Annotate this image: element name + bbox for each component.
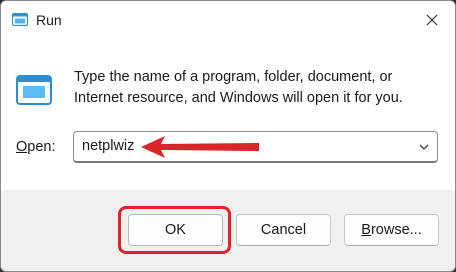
browse-label-rest: rowse... [370,222,422,238]
open-input-value[interactable]: netplwiz [82,138,134,154]
browse-button[interactable]: Browse... [344,214,439,246]
run-app-icon [12,13,28,26]
open-label-rest: pen: [27,139,56,155]
window-title: Run [36,12,62,28]
close-icon [426,14,438,26]
ok-button[interactable]: OK [128,214,223,246]
chevron-down-icon[interactable] [418,141,430,153]
description-text: Type the name of a program, folder, docu… [74,69,403,106]
title-bar: Run [1,1,455,39]
open-label: Open: [16,139,56,155]
open-label-accelerator: O [16,139,28,155]
dialog-content: Type the name of a program, folder, docu… [1,39,455,190]
close-button[interactable] [409,1,455,39]
run-dialog: Run Type the name of a program, folder, … [0,0,456,272]
run-icon [16,75,52,105]
red-arrow-annotation [141,136,259,158]
cancel-button[interactable]: Cancel [236,214,331,246]
browse-accelerator: B [361,222,371,238]
